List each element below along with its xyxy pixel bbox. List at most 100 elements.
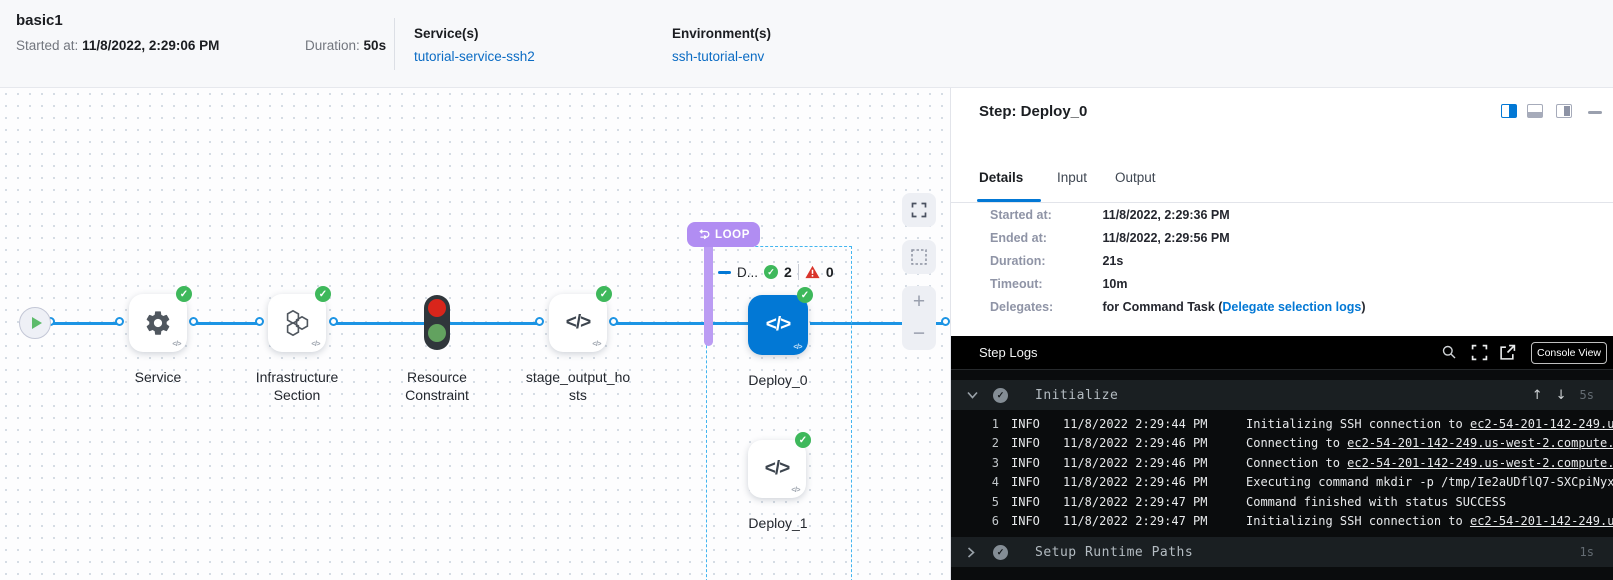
node-resource-constraint[interactable] bbox=[424, 295, 450, 350]
pipeline-canvas[interactable]: </> ✓ Service </> ✓ Infrastructure Secti… bbox=[0, 88, 950, 580]
open-in-new-tab-button[interactable] bbox=[1499, 344, 1516, 361]
zoom-out-button[interactable]: − bbox=[913, 321, 925, 347]
warning-icon bbox=[805, 265, 820, 279]
minimize-panel-button[interactable] bbox=[1588, 111, 1602, 114]
delegate-selection-logs-link[interactable]: Delegate selection logs bbox=[1222, 300, 1361, 314]
view-right-icon[interactable] bbox=[1556, 104, 1572, 118]
log-lines: 1 INFO 11/8/2022 2:29:44 PM Initializing… bbox=[951, 414, 1613, 531]
search-icon bbox=[1441, 344, 1457, 360]
code-icon: </> bbox=[311, 341, 320, 348]
node-label: Resource Constraint bbox=[377, 368, 497, 404]
services-block: Service(s) tutorial-service-ssh2 bbox=[414, 26, 535, 66]
node-service[interactable]: </> bbox=[129, 294, 187, 352]
log-search-button[interactable] bbox=[1441, 344, 1457, 360]
node-label: stage_output_hosts bbox=[525, 368, 631, 404]
node-stage-output-hosts[interactable]: </> </> bbox=[549, 294, 607, 352]
environment-link[interactable]: ssh-tutorial-env bbox=[672, 49, 764, 64]
success-count-icon: ✓ bbox=[764, 265, 778, 279]
play-icon bbox=[32, 317, 42, 329]
success-badge: ✓ bbox=[596, 286, 612, 302]
view-bottom-icon[interactable] bbox=[1527, 104, 1543, 118]
log-section-setup-runtime-paths[interactable]: ✓ Setup Runtime Paths 1s bbox=[951, 537, 1613, 567]
host-link[interactable]: ec2-54-201-142-249.us-west-2.compute. bbox=[1347, 436, 1613, 450]
detail-row: Timeout: 10m bbox=[990, 277, 1128, 291]
node-infrastructure[interactable]: </> bbox=[268, 294, 326, 352]
step-logs-header: Step Logs Console View bbox=[951, 336, 1613, 370]
edge bbox=[450, 322, 541, 325]
log-line: 5 INFO 11/8/2022 2:29:47 PM Command fini… bbox=[951, 492, 1613, 512]
step-details-panel: Step: Deploy_0 Details Input Output Star… bbox=[950, 88, 1613, 580]
collapse-icon[interactable] bbox=[718, 271, 731, 274]
log-section-initialize[interactable]: ✓ Initialize ↑ ↓ 5s bbox=[951, 380, 1613, 410]
success-badge: ✓ bbox=[315, 286, 331, 302]
edge-connector bbox=[609, 317, 618, 326]
gear-icon bbox=[144, 309, 172, 337]
tab-output[interactable]: Output bbox=[1115, 170, 1156, 185]
count-divider bbox=[798, 264, 799, 280]
host-link[interactable]: ec2-54-201-142-249.u bbox=[1470, 514, 1613, 528]
service-link[interactable]: tutorial-service-ssh2 bbox=[414, 49, 535, 64]
marquee-select-icon bbox=[910, 248, 928, 266]
code-icon: </> bbox=[592, 341, 601, 348]
edge bbox=[196, 322, 261, 325]
icon-fill bbox=[1528, 112, 1542, 117]
log-line: 6 INFO 11/8/2022 2:29:47 PM Initializing… bbox=[951, 512, 1613, 532]
tab-input[interactable]: Input bbox=[1057, 170, 1087, 185]
host-link[interactable]: ec2-54-201-142-249.us-west-2.compute. bbox=[1347, 456, 1613, 470]
chevron-down-icon bbox=[967, 391, 979, 399]
code-icon: </> bbox=[172, 341, 181, 348]
execution-header: basic1 Started at: 11/8/2022, 2:29:06 PM… bbox=[0, 0, 1613, 88]
scroll-top-button[interactable]: ↑ bbox=[1532, 388, 1543, 403]
started-at: Started at: 11/8/2022, 2:29:06 PM bbox=[16, 38, 219, 53]
step-logs-title: Step Logs bbox=[979, 345, 1038, 360]
success-badge: ✓ bbox=[795, 432, 811, 448]
log-fullscreen-button[interactable] bbox=[1471, 344, 1488, 361]
header-divider bbox=[394, 18, 395, 70]
fullscreen-icon bbox=[1471, 344, 1488, 361]
icon-fill bbox=[1509, 105, 1516, 117]
loop-container bbox=[706, 246, 852, 580]
edge-connector bbox=[115, 317, 124, 326]
node-label: Service bbox=[98, 368, 218, 386]
host-link[interactable]: ec2-54-201-142-249.u bbox=[1470, 417, 1613, 431]
section-success-icon: ✓ bbox=[993, 388, 1008, 403]
chevron-right-icon bbox=[967, 547, 979, 558]
canvas-select-button[interactable] bbox=[902, 240, 936, 274]
edge-connector bbox=[189, 317, 198, 326]
detail-row: Duration: 21s bbox=[990, 254, 1123, 268]
edge bbox=[52, 322, 121, 325]
traffic-light-red bbox=[428, 299, 446, 317]
tab-details[interactable]: Details bbox=[979, 170, 1023, 185]
pipeline-start-node bbox=[19, 307, 51, 339]
pipeline-name: basic1 bbox=[16, 12, 63, 29]
fail-count: 0 bbox=[826, 264, 834, 280]
fullscreen-icon bbox=[911, 202, 927, 218]
edge-connector bbox=[255, 317, 264, 326]
edge bbox=[336, 322, 424, 325]
log-line: 4 INFO 11/8/2022 2:29:46 PM Executing co… bbox=[951, 473, 1613, 493]
loop-bar bbox=[704, 238, 713, 346]
loop-icon bbox=[697, 229, 710, 240]
canvas-zoom-controls: + − bbox=[902, 286, 936, 350]
panel-title: Step: Deploy_0 bbox=[979, 103, 1087, 120]
scroll-bottom-button[interactable]: ↓ bbox=[1556, 388, 1567, 403]
loop-badge: LOOP bbox=[687, 222, 760, 247]
traffic-light-green bbox=[428, 324, 446, 342]
detail-row: Started at: 11/8/2022, 2:29:36 PM bbox=[990, 208, 1230, 222]
duration: Duration: 50s bbox=[305, 38, 386, 53]
success-count: 2 bbox=[784, 264, 792, 280]
detail-row-delegates: Delegates: for Command Task (Delegate se… bbox=[990, 300, 1366, 314]
detail-row: Ended at: 11/8/2022, 2:29:56 PM bbox=[990, 231, 1230, 245]
edge-connector bbox=[941, 317, 950, 326]
log-line: 1 INFO 11/8/2022 2:29:44 PM Initializing… bbox=[951, 414, 1613, 434]
tabs-divider bbox=[951, 202, 1613, 203]
zoom-in-button[interactable]: + bbox=[913, 289, 925, 315]
environments-block: Environment(s) ssh-tutorial-env bbox=[672, 26, 771, 66]
section-duration: 5s bbox=[1580, 388, 1594, 402]
view-split-right-icon[interactable] bbox=[1501, 104, 1517, 118]
step-logs-console: Step Logs Console View bbox=[951, 336, 1613, 580]
node-label: Infrastructure Section bbox=[237, 368, 357, 404]
console-view-button[interactable]: Console View bbox=[1531, 342, 1607, 364]
canvas-fullscreen-button[interactable] bbox=[902, 193, 936, 227]
success-badge: ✓ bbox=[176, 286, 192, 302]
